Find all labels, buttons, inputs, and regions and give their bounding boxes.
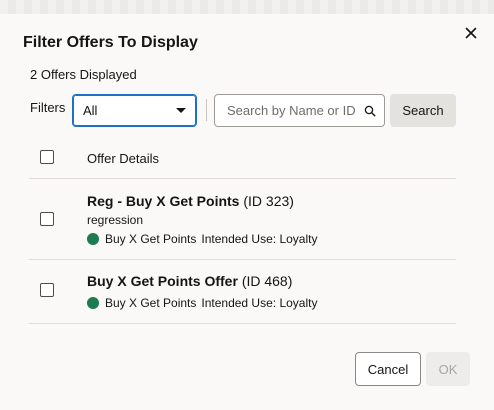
- dialog-title: Filter Offers To Display: [23, 34, 198, 51]
- offer-type: Buy X Get Points: [105, 232, 197, 246]
- filter-offers-dialog: Filter Offers To Display 2 Offers Displa…: [0, 0, 494, 410]
- table-row: Buy X Get Points Offer (ID 468) Buy X Ge…: [29, 260, 456, 324]
- search-field[interactable]: [214, 94, 385, 127]
- status-dot-icon: [87, 297, 99, 309]
- select-all-checkbox[interactable]: [40, 150, 54, 164]
- search-icon: [364, 105, 376, 116]
- table-header: Offer Details: [29, 138, 456, 179]
- filter-select[interactable]: All: [72, 94, 197, 127]
- row-checkbox[interactable]: [40, 283, 54, 297]
- offer-title: Reg - Buy X Get Points (ID 323): [87, 193, 294, 209]
- status-dot-icon: [87, 233, 99, 245]
- offer-title: Buy X Get Points Offer (ID 468): [87, 273, 292, 289]
- background-strip: [0, 0, 494, 14]
- column-header-offer-details: Offer Details: [87, 151, 160, 166]
- search-button[interactable]: Search: [390, 94, 456, 127]
- caret-down-icon: [176, 108, 186, 113]
- ok-button[interactable]: OK: [426, 352, 470, 386]
- offers-table: Offer Details Reg - Buy X Get Points (ID…: [29, 138, 456, 324]
- divider: [206, 99, 207, 121]
- filters-label: Filters: [30, 100, 66, 115]
- close-button[interactable]: [460, 22, 482, 44]
- offer-name: Reg - Buy X Get Points: [87, 193, 240, 209]
- offer-meta: Buy X Get Points Intended Use: Loyalty: [87, 296, 317, 310]
- cancel-button[interactable]: Cancel: [355, 352, 421, 386]
- offer-intended-use: Intended Use: Loyalty: [201, 296, 318, 310]
- offer-id: (ID 468): [241, 273, 293, 289]
- offer-meta: Buy X Get Points Intended Use: Loyalty: [87, 232, 317, 246]
- offer-name: Buy X Get Points Offer: [87, 273, 238, 289]
- row-checkbox[interactable]: [40, 212, 54, 226]
- offer-intended-use: Intended Use: Loyalty: [201, 232, 318, 246]
- filter-select-value: All: [83, 103, 98, 118]
- offer-id: (ID 323): [243, 193, 294, 209]
- offers-count: 2 Offers Displayed: [30, 67, 137, 82]
- search-input[interactable]: [225, 102, 364, 119]
- offer-description: regression: [87, 213, 144, 227]
- close-icon: [465, 27, 477, 39]
- table-row: Reg - Buy X Get Points (ID 323) regressi…: [29, 179, 456, 260]
- offer-type: Buy X Get Points: [105, 296, 197, 310]
